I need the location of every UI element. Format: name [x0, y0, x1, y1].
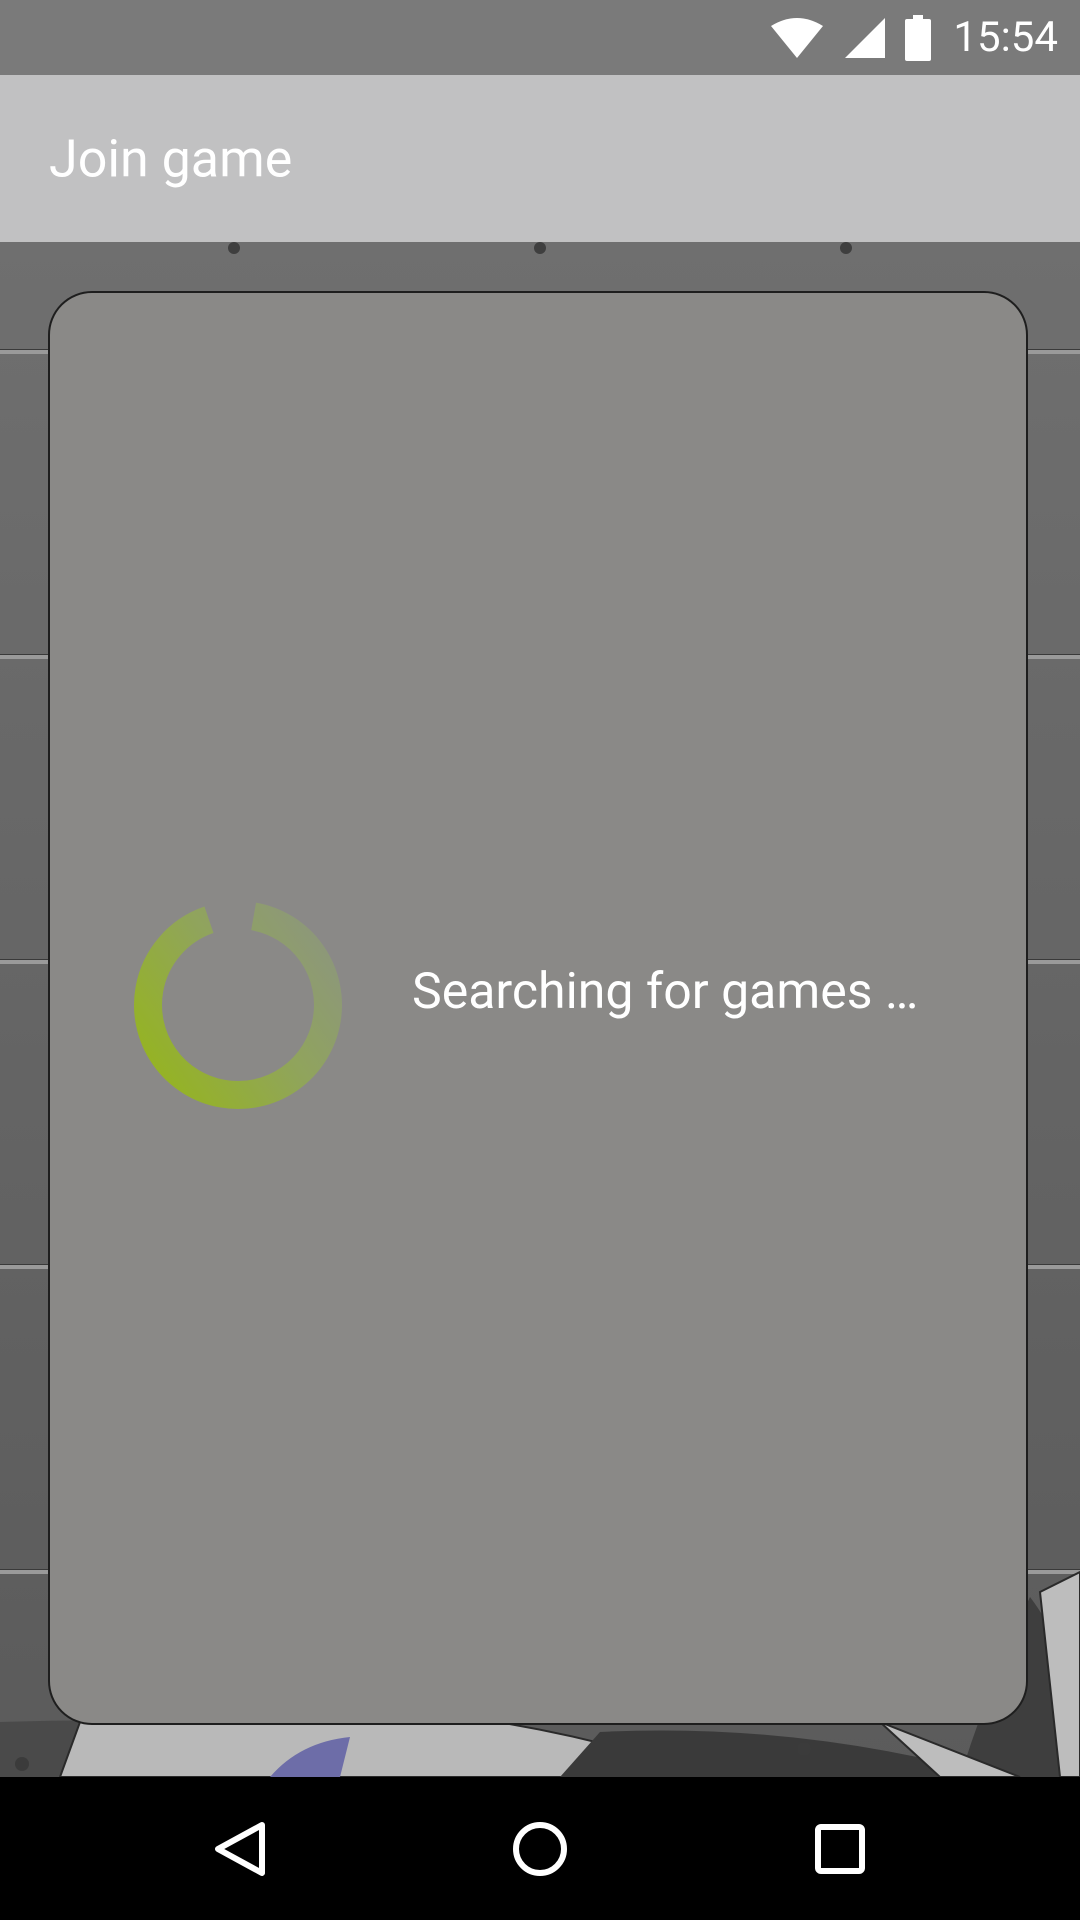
home-circle-icon	[513, 1821, 567, 1876]
page-title: Join game	[49, 128, 293, 189]
wifi-icon	[769, 16, 825, 60]
recents-square-icon	[815, 1823, 865, 1874]
nav-recents-button[interactable]	[770, 1777, 910, 1920]
status-icons: 15:54	[769, 0, 1058, 75]
battery-icon	[905, 14, 932, 61]
nav-back-button[interactable]	[170, 1777, 310, 1920]
searching-message: Searching for games …	[412, 963, 919, 1021]
cell-signal-icon	[843, 16, 887, 60]
search-dialog: Searching for games …	[48, 291, 1028, 1725]
nav-home-button[interactable]	[470, 1777, 610, 1920]
status-clock: 15:54	[953, 13, 1058, 62]
back-triangle-icon	[215, 1821, 265, 1876]
navigation-bar	[0, 1777, 1080, 1920]
loading-spinner	[134, 901, 342, 1109]
status-bar: 15:54	[0, 0, 1080, 75]
app-bar: Join game	[0, 75, 1080, 242]
